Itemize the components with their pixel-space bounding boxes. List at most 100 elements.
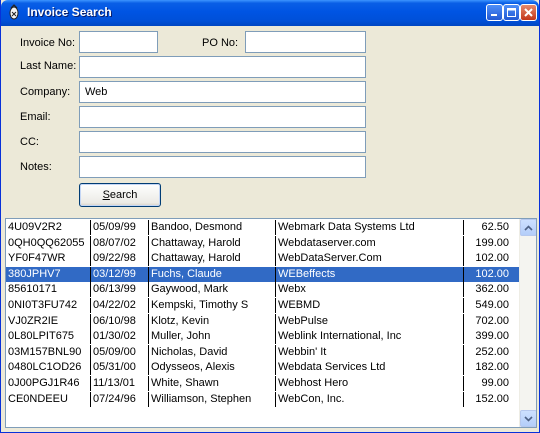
table-row[interactable]: 0L80LPIT675 01/30/02 Muller, John Weblink I… — [6, 329, 519, 345]
results-list[interactable]: 4U09V2R2 05/09/99 Bandoo, Desmond Webmark D… — [5, 218, 537, 428]
invoice-number-cell: 0NI0T3FU742 — [8, 299, 78, 311]
customer-name-cell: Chattaway, Harold — [148, 235, 275, 251]
maximize-button[interactable] — [503, 4, 520, 21]
customer-name-cell: Bandoo, Desmond — [148, 220, 275, 235]
amount-cell: 62.50 — [463, 220, 511, 235]
notes-label: Notes: — [20, 161, 52, 173]
scroll-down-button[interactable] — [520, 410, 536, 427]
last-name-input[interactable] — [79, 56, 366, 78]
table-row[interactable]: 85610171 06/13/99 Gaywood, Mark Webx 362.00 — [6, 282, 519, 298]
po-no-label: PO No: — [202, 37, 239, 49]
email-input[interactable] — [79, 106, 366, 128]
table-row[interactable]: 0J00PGJ1R46 11/13/01 White, Shawn Webhost H… — [6, 376, 519, 391]
minimize-button[interactable] — [486, 4, 503, 21]
invoice-number-cell: 4U09V2R2 — [8, 221, 62, 233]
title-bar[interactable]: Invoice Search — [1, 0, 539, 26]
close-icon — [524, 8, 533, 17]
amount-cell: 702.00 — [463, 313, 511, 329]
last-name-label: Last Name: — [20, 60, 77, 72]
invoice-number-cell: 0L80LPIT675 — [8, 330, 75, 343]
company-cell: WebCon, Inc. — [275, 391, 463, 407]
amount-cell: 252.00 — [463, 344, 511, 360]
customer-name-cell: Kempski, Timothy S — [148, 298, 275, 313]
invoice-no-label: Invoice No: — [20, 37, 76, 49]
date-cell: 08/07/02 — [90, 235, 148, 251]
amount-cell: 362.00 — [463, 282, 511, 298]
customer-name-cell: Williamson, Stephen — [148, 391, 275, 407]
customer-name-cell: Nicholas, David — [148, 344, 275, 360]
customer-name-cell: Klotz, Kevin — [148, 313, 275, 329]
close-button[interactable] — [520, 4, 537, 21]
chevron-up-icon — [524, 224, 533, 231]
invoice-number-cell: 0J00PGJ1R46 — [8, 377, 80, 389]
maximize-icon — [507, 8, 516, 17]
date-cell: 11/13/01 — [90, 376, 148, 391]
search-button[interactable]: Search — [79, 183, 161, 207]
customer-name-cell: Fuchs, Claude — [148, 266, 275, 282]
customer-name-cell: Muller, John — [148, 329, 275, 345]
date-cell: 05/09/00 — [90, 344, 148, 360]
date-cell: 04/22/02 — [90, 298, 148, 313]
customer-name-cell: Chattaway, Harold — [148, 251, 275, 267]
company-cell: WEBMD — [275, 298, 463, 313]
invoice-number-cell: 03M157BNL90 — [8, 345, 82, 358]
table-row[interactable]: 0480LC1OD26 05/31/00 Odysseos, Alexis Webda… — [6, 360, 519, 376]
date-cell: 05/31/00 — [90, 360, 148, 376]
minimize-icon — [491, 14, 497, 16]
company-cell: Webdataserver.com — [275, 235, 463, 251]
amount-cell: 152.00 — [463, 391, 511, 407]
company-cell: Webmark Data Systems Ltd — [275, 220, 463, 235]
invoice-search-window: Invoice Search Invoice No: PO No: Last N… — [0, 0, 540, 433]
search-button-label: earch — [109, 189, 138, 201]
table-row[interactable]: 380JPHV7 03/12/99 Fuchs, Claude WEBeffects 1… — [6, 266, 519, 282]
invoice-number-cell: 380JPHV7 — [8, 267, 61, 280]
amount-cell: 102.00 — [463, 251, 511, 267]
notes-input[interactable] — [79, 156, 366, 178]
cc-input[interactable] — [79, 131, 366, 153]
search-button-accel: S — [102, 189, 110, 201]
company-cell: Weblink International, Inc — [275, 329, 463, 345]
table-row[interactable]: VJ0ZR2IE 06/10/98 Klotz, Kevin WebPulse 702.… — [6, 313, 519, 329]
date-cell: 09/22/98 — [90, 251, 148, 267]
scroll-up-button[interactable] — [520, 219, 536, 236]
company-cell: Webbin' It — [275, 344, 463, 360]
invoice-number-cell: CE0NDEEU — [8, 392, 68, 405]
company-cell: Webhost Hero — [275, 376, 463, 391]
invoice-number-cell: 0480LC1OD26 — [8, 361, 82, 374]
po-no-input[interactable] — [245, 31, 366, 53]
window-title: Invoice Search — [27, 5, 112, 19]
amount-cell: 102.00 — [463, 266, 511, 282]
date-cell: 07/24/96 — [90, 391, 148, 407]
invoice-no-input[interactable] — [79, 31, 158, 53]
invoice-number-cell: 85610171 — [8, 283, 57, 296]
date-cell: 06/10/98 — [90, 313, 148, 329]
table-row[interactable]: CE0NDEEU 07/24/96 Williamson, Stephen WebCo… — [6, 391, 519, 407]
amount-cell: 182.00 — [463, 360, 511, 376]
table-row[interactable]: YF0F47WR 09/22/98 Chattaway, Harold WebData… — [6, 251, 519, 267]
company-cell: WebDataServer.Com — [275, 251, 463, 267]
amount-cell: 199.00 — [463, 235, 511, 251]
amount-cell: 99.00 — [463, 376, 511, 391]
company-input[interactable] — [79, 81, 366, 103]
table-row[interactable]: 0NI0T3FU742 04/22/02 Kempski, Timothy S WEB… — [6, 298, 519, 313]
company-cell: Webx — [275, 282, 463, 298]
date-cell: 05/09/99 — [90, 220, 148, 235]
date-cell: 03/12/99 — [90, 266, 148, 282]
table-row[interactable]: 4U09V2R2 05/09/99 Bandoo, Desmond Webmark D… — [6, 220, 519, 235]
amount-cell: 549.00 — [463, 298, 511, 313]
table-row[interactable]: 03M157BNL90 05/09/00 Nicholas, David Webbin… — [6, 344, 519, 360]
company-cell: WebPulse — [275, 313, 463, 329]
date-cell: 01/30/02 — [90, 329, 148, 345]
invoice-number-cell: VJ0ZR2IE — [8, 314, 59, 327]
customer-name-cell: White, Shawn — [148, 376, 275, 391]
app-icon — [9, 4, 19, 20]
company-label: Company: — [20, 86, 71, 98]
company-cell: WEBeffects — [275, 266, 463, 282]
chevron-down-icon — [524, 415, 533, 422]
invoice-number-cell: 0QH0QQ62055 — [8, 236, 85, 249]
company-cell: Webdata Services Ltd — [275, 360, 463, 376]
table-row[interactable]: 0QH0QQ62055 08/07/02 Chattaway, Harold Webd… — [6, 235, 519, 251]
customer-name-cell: Odysseos, Alexis — [148, 360, 275, 376]
vertical-scrollbar[interactable] — [519, 219, 536, 427]
amount-cell: 399.00 — [463, 329, 511, 345]
